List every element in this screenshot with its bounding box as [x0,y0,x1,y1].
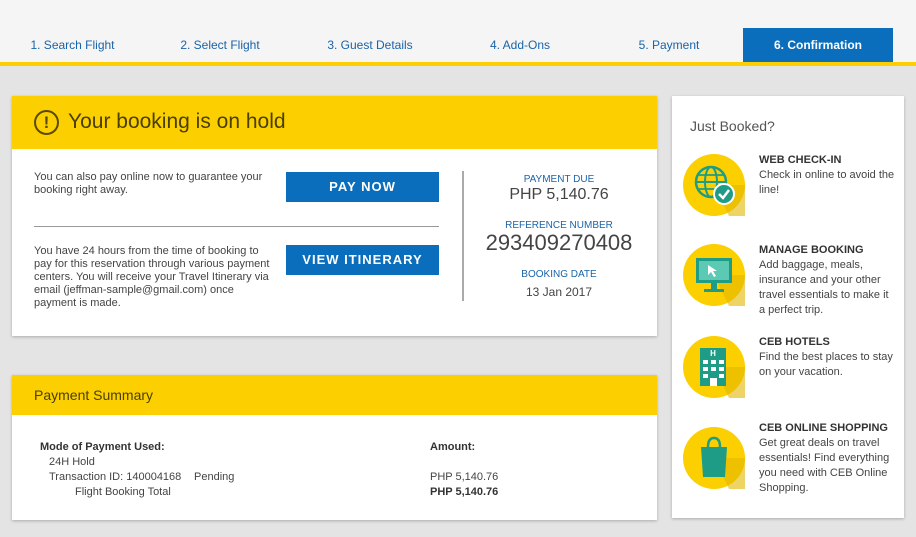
divider [34,226,439,227]
pay-online-text: You can also pay online now to guarantee… [34,171,263,196]
booking-hold-header: ! Your booking is on hold [12,96,657,149]
amount-label: Amount: [430,441,476,453]
step-add-ons[interactable]: 4. Add-Ons [445,28,595,62]
transaction-amount: PHP 5,140.76 [430,471,499,483]
booking-steps: 1. Search Flight 2. Select Flight 3. Gue… [0,0,916,66]
reference-number-value: 293409270408 [485,230,633,255]
view-itinerary-button[interactable]: VIEW ITINERARY [286,245,439,275]
sidebar-item-manage-booking[interactable]: MANAGE BOOKING Add baggage, meals, insur… [682,244,902,324]
ceb-online-shopping-desc: Get great deals on travel essentials! Fi… [759,437,890,494]
booking-hold-card: ! Your booking is on hold You can also p… [12,96,657,336]
ceb-hotels-desc: Find the best places to stay on your vac… [759,351,893,378]
payment-summary-title: Payment Summary [34,387,154,403]
svg-text:H: H [710,349,716,358]
mode-of-payment-label: Mode of Payment Used: [40,441,165,453]
sidebar-title: Just Booked? [690,118,775,134]
manage-booking-title: MANAGE BOOKING [759,244,864,256]
transaction-id: Transaction ID: 140004168 [49,471,182,483]
payment-summary-header: Payment Summary [12,375,657,415]
mode-of-payment-value: 24H Hold [49,456,95,468]
step-payment[interactable]: 5. Payment [595,28,743,62]
flight-booking-total-amount: PHP 5,140.76 [430,486,499,498]
web-check-in-title: WEB CHECK-IN [759,154,842,166]
payment-due-value: PHP 5,140.76 [509,186,609,203]
sidebar-item-ceb-online-shopping[interactable]: CEB ONLINE SHOPPING Get great deals on t… [682,422,902,502]
manage-booking-desc: Add baggage, meals, insurance and your o… [759,259,889,316]
booking-date-value: 13 Jan 2017 [525,285,593,299]
pay-now-button[interactable]: PAY NOW [286,172,439,202]
sidebar-item-web-check-in[interactable]: WEB CHECK-IN Check in online to avoid th… [682,154,902,234]
just-booked-sidebar: Just Booked? WEB CHECK-IN Check in onlin… [672,96,904,518]
step-search-flight[interactable]: 1. Search Flight [0,28,145,62]
sidebar-item-ceb-hotels[interactable]: H CEB HOTELS Find the best places to sta… [682,336,902,416]
flight-booking-total-label: Flight Booking Total [75,486,171,498]
hotel-icon: H [683,336,745,398]
ceb-online-shopping-title: CEB ONLINE SHOPPING [759,422,888,434]
globe-check-icon [683,154,745,216]
web-check-in-desc: Check in online to avoid the line! [759,169,895,196]
shopping-bag-icon [683,427,745,489]
payment-due-label: PAYMENT DUE [523,174,595,185]
exclamation-icon: ! [34,110,59,135]
step-select-flight[interactable]: 2. Select Flight [145,28,295,62]
transaction-status: Pending [194,471,235,483]
booking-hold-title: Your booking is on hold [68,110,286,133]
monitor-icon [683,244,745,306]
hold-info-text: You have 24 hours from the time of booki… [34,245,270,309]
step-confirmation[interactable]: 6. Confirmation [743,28,893,62]
step-guest-details[interactable]: 3. Guest Details [295,28,445,62]
ceb-hotels-title: CEB HOTELS [759,336,830,348]
step-underline [0,62,916,66]
booking-date-label: BOOKING DATE [521,269,597,280]
payment-summary-card: Payment Summary Mode of Payment Used: Am… [12,375,657,520]
